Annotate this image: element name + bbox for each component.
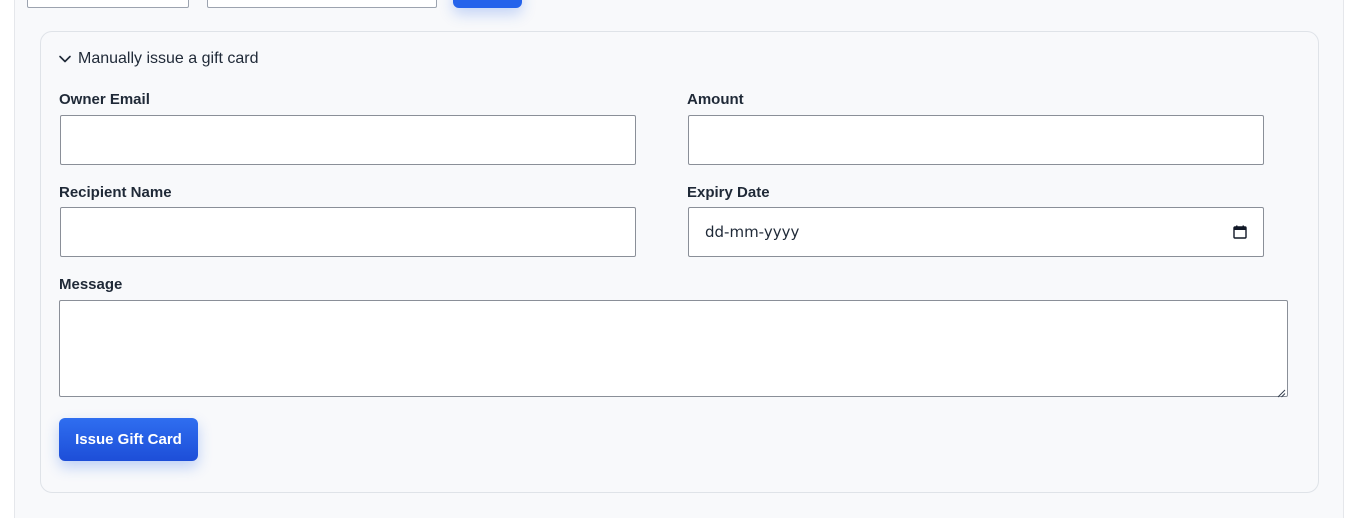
message-textarea[interactable]	[59, 300, 1288, 398]
amount-label: Amount	[687, 91, 744, 108]
calendar-icon[interactable]	[1233, 225, 1247, 239]
expiry-date-input[interactable]: dd-mm-yyyy	[688, 207, 1264, 257]
expiry-date-placeholder: dd-mm-yyyy	[705, 223, 800, 241]
filter-button[interactable]	[453, 0, 522, 8]
recipient-name-label: Recipient Name	[59, 184, 172, 201]
chevron-down-icon	[57, 51, 73, 67]
recipient-name-input[interactable]	[60, 207, 636, 257]
filter-input-2[interactable]	[207, 0, 437, 8]
issue-gift-card-section: Manually issue a gift card Owner Email A…	[40, 31, 1319, 493]
message-label: Message	[59, 276, 123, 293]
section-toggle[interactable]: Manually issue a gift card	[57, 50, 259, 68]
amount-input[interactable]	[688, 115, 1264, 165]
resize-grip-icon[interactable]	[1276, 385, 1286, 398]
expiry-date-label: Expiry Date	[687, 184, 770, 201]
owner-email-input[interactable]	[60, 115, 636, 165]
section-title: Manually issue a gift card	[78, 50, 259, 67]
owner-email-label: Owner Email	[59, 91, 150, 108]
filter-input-1[interactable]	[27, 0, 189, 8]
issue-gift-card-button[interactable]: Issue Gift Card	[59, 418, 198, 461]
